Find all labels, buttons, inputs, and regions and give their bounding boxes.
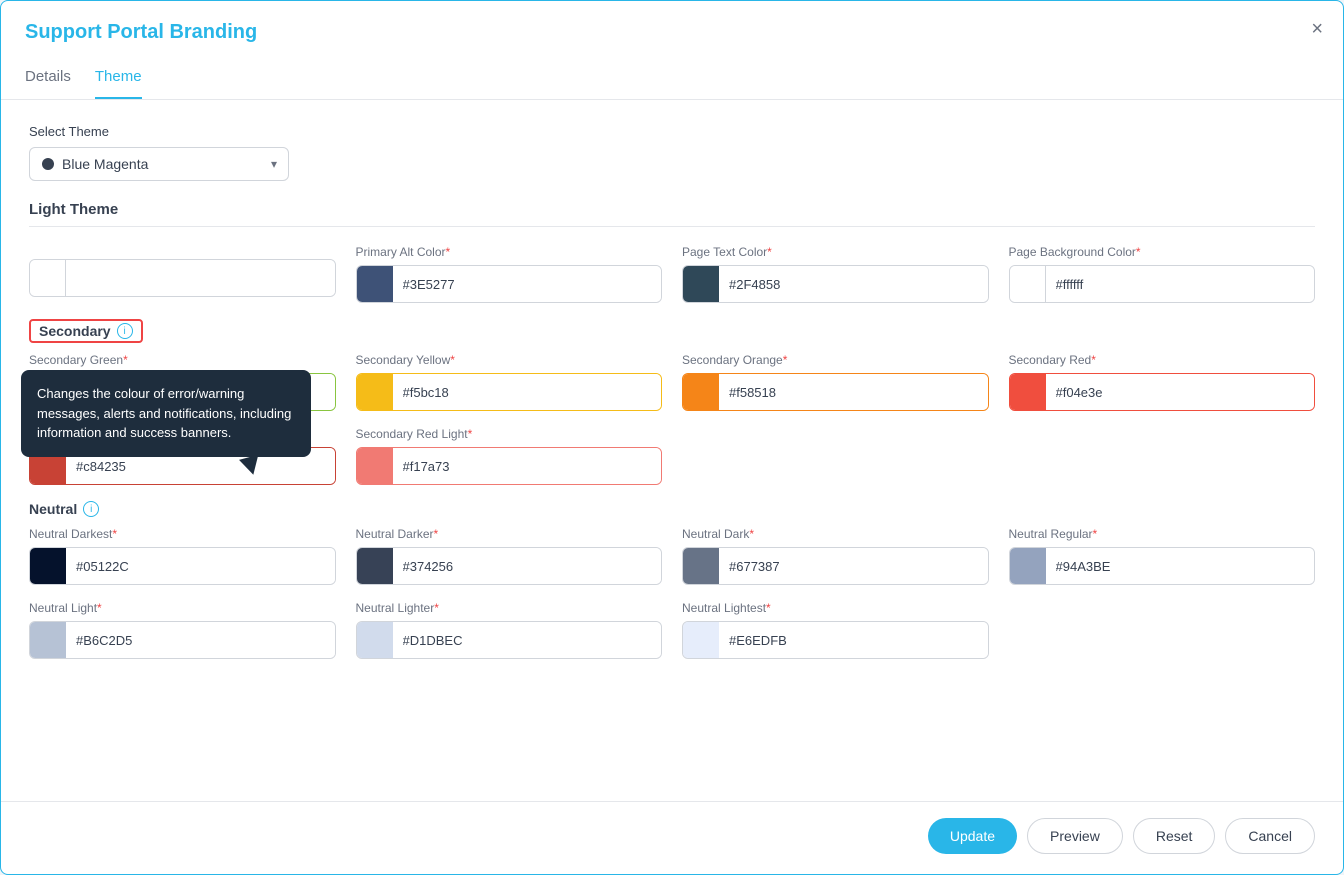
light-theme-title: Light Theme <box>29 201 1315 227</box>
neu-darkest-swatch <box>30 548 66 584</box>
support-portal-branding-dialog: Support Portal Branding × Details Theme … <box>0 0 1344 875</box>
sec-red-swatch <box>1010 374 1046 410</box>
secondary-highlight-box: Secondary i <box>29 319 143 343</box>
dialog-footer: Update Preview Reset Cancel <box>1 801 1343 874</box>
neu-lightest-input[interactable] <box>719 622 988 658</box>
neu-dark-input[interactable] <box>719 548 988 584</box>
primary-alt-input[interactable] <box>393 266 662 302</box>
select-theme-label: Select Theme <box>29 124 1315 139</box>
secondary-title: Secondary <box>39 323 111 339</box>
neu-regular-input[interactable] <box>1046 548 1315 584</box>
neu-regular-wrapper[interactable] <box>1009 547 1316 585</box>
color-field-primary-alt: Primary Alt Color* <box>356 245 663 303</box>
page-text-input-wrapper[interactable] <box>682 265 989 303</box>
neu-darkest-wrapper[interactable] <box>29 547 336 585</box>
sec-orange-input[interactable] <box>719 374 988 410</box>
color-field-neu-regular: Neutral Regular* <box>1009 527 1316 585</box>
color-field-neu-darkest: Neutral Darkest* <box>29 527 336 585</box>
cancel-button[interactable]: Cancel <box>1225 818 1315 854</box>
color-field-page-bg: Page Background Color* <box>1009 245 1316 303</box>
sec-yellow-swatch <box>357 374 393 410</box>
dialog-body: Select Theme Blue Magenta ▾ Light Theme … <box>1 100 1343 801</box>
page-text-input[interactable] <box>719 266 988 302</box>
theme-select[interactable]: Blue Magenta <box>29 147 289 181</box>
neu-lightest-swatch <box>683 622 719 658</box>
neu-regular-swatch <box>1010 548 1046 584</box>
tabs: Details Theme <box>25 60 1319 99</box>
neu-dark-swatch <box>683 548 719 584</box>
color-field-page-text: Page Text Color* <box>682 245 989 303</box>
neu-lighter-wrapper[interactable] <box>356 621 663 659</box>
tooltip-box: Changes the colour of error/warning mess… <box>21 370 311 457</box>
reset-button[interactable]: Reset <box>1133 818 1216 854</box>
sec-orange-wrapper[interactable] <box>682 373 989 411</box>
color-field-neu-light: Neutral Light* <box>29 601 336 659</box>
page-bg-input-wrapper[interactable] <box>1009 265 1316 303</box>
neu-lightest-wrapper[interactable] <box>682 621 989 659</box>
neu-lighter-input[interactable] <box>393 622 662 658</box>
neu-light-swatch <box>30 622 66 658</box>
sec-red-input[interactable] <box>1046 374 1315 410</box>
dialog-title: Support Portal Branding <box>25 21 1319 44</box>
neutral-colors-grid: Neutral Darkest* Neutral Darker* Neutral… <box>29 527 1315 659</box>
update-button[interactable]: Update <box>928 818 1017 854</box>
sec-yellow-input[interactable] <box>393 374 662 410</box>
color-field-sec-red: Secondary Red* <box>1009 353 1316 411</box>
sec-red-light-input[interactable] <box>393 448 662 484</box>
tab-details[interactable]: Details <box>25 60 71 99</box>
page-text-swatch <box>683 266 719 302</box>
neu-dark-wrapper[interactable] <box>682 547 989 585</box>
preview-button[interactable]: Preview <box>1027 818 1123 854</box>
primary-color-input[interactable] <box>66 260 335 296</box>
neutral-section-header: Neutral i <box>29 501 1315 517</box>
color-field-neu-dark: Neutral Dark* <box>682 527 989 585</box>
primary-color-placeholder <box>29 245 336 303</box>
close-button[interactable]: × <box>1311 19 1323 39</box>
color-field-neu-lighter: Neutral Lighter* <box>356 601 663 659</box>
tab-theme[interactable]: Theme <box>95 60 142 99</box>
color-field-neu-darker: Neutral Darker* <box>356 527 663 585</box>
neu-darker-input[interactable] <box>393 548 662 584</box>
primary-alt-input-wrapper[interactable] <box>356 265 663 303</box>
neu-darker-swatch <box>357 548 393 584</box>
dialog-header: Support Portal Branding × Details Theme <box>1 1 1343 100</box>
sec-yellow-wrapper[interactable] <box>356 373 663 411</box>
theme-select-wrapper[interactable]: Blue Magenta ▾ <box>29 147 289 181</box>
sec-red-wrapper[interactable] <box>1009 373 1316 411</box>
color-field-sec-red-light: Secondary Red Light* <box>356 427 663 485</box>
tooltip-text: Changes the colour of error/warning mess… <box>37 386 291 440</box>
neu-light-wrapper[interactable] <box>29 621 336 659</box>
neutral-info-icon[interactable]: i <box>83 501 99 517</box>
secondary-section-header: Secondary i <box>29 319 1315 343</box>
primary-alt-swatch <box>357 266 393 302</box>
neu-darker-wrapper[interactable] <box>356 547 663 585</box>
theme-select-value: Blue Magenta <box>62 156 148 172</box>
color-field-sec-yellow: Secondary Yellow* <box>356 353 663 411</box>
neutral-title: Neutral <box>29 501 77 517</box>
page-bg-input[interactable] <box>1046 266 1315 302</box>
page-bg-swatch <box>1010 266 1046 302</box>
color-field-sec-orange: Secondary Orange* <box>682 353 989 411</box>
theme-dot <box>42 158 54 170</box>
neu-light-input[interactable] <box>66 622 335 658</box>
color-field-neu-lightest: Neutral Lightest* <box>682 601 989 659</box>
sec-red-light-swatch <box>357 448 393 484</box>
sec-red-light-wrapper[interactable] <box>356 447 663 485</box>
secondary-info-icon[interactable]: i <box>117 323 133 339</box>
sec-orange-swatch <box>683 374 719 410</box>
neu-darkest-input[interactable] <box>66 548 335 584</box>
neu-lighter-swatch <box>357 622 393 658</box>
